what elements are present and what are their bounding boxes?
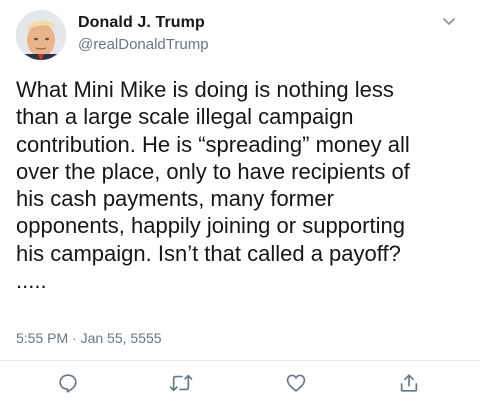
- chevron-down-icon[interactable]: [440, 12, 458, 30]
- avatar[interactable]: [16, 10, 66, 60]
- share-icon: [400, 374, 418, 392]
- retweet-icon: [169, 374, 193, 392]
- retweet-button[interactable]: [169, 371, 193, 395]
- heart-icon: [286, 374, 306, 392]
- author-name[interactable]: Donald J. Trump: [78, 14, 205, 32]
- like-button[interactable]: [284, 371, 308, 395]
- divider: [0, 360, 480, 361]
- share-button[interactable]: [397, 371, 421, 395]
- author-handle[interactable]: @realDonaldTrump: [78, 36, 209, 53]
- reply-button[interactable]: [56, 371, 80, 395]
- tweet-text: What Mini Mike is doing is nothing less …: [16, 77, 410, 294]
- reply-icon: [59, 374, 77, 393]
- tweet-timestamp[interactable]: 5:55 PM · Jan 55, 5555: [16, 330, 162, 346]
- avatar-image: [16, 10, 66, 60]
